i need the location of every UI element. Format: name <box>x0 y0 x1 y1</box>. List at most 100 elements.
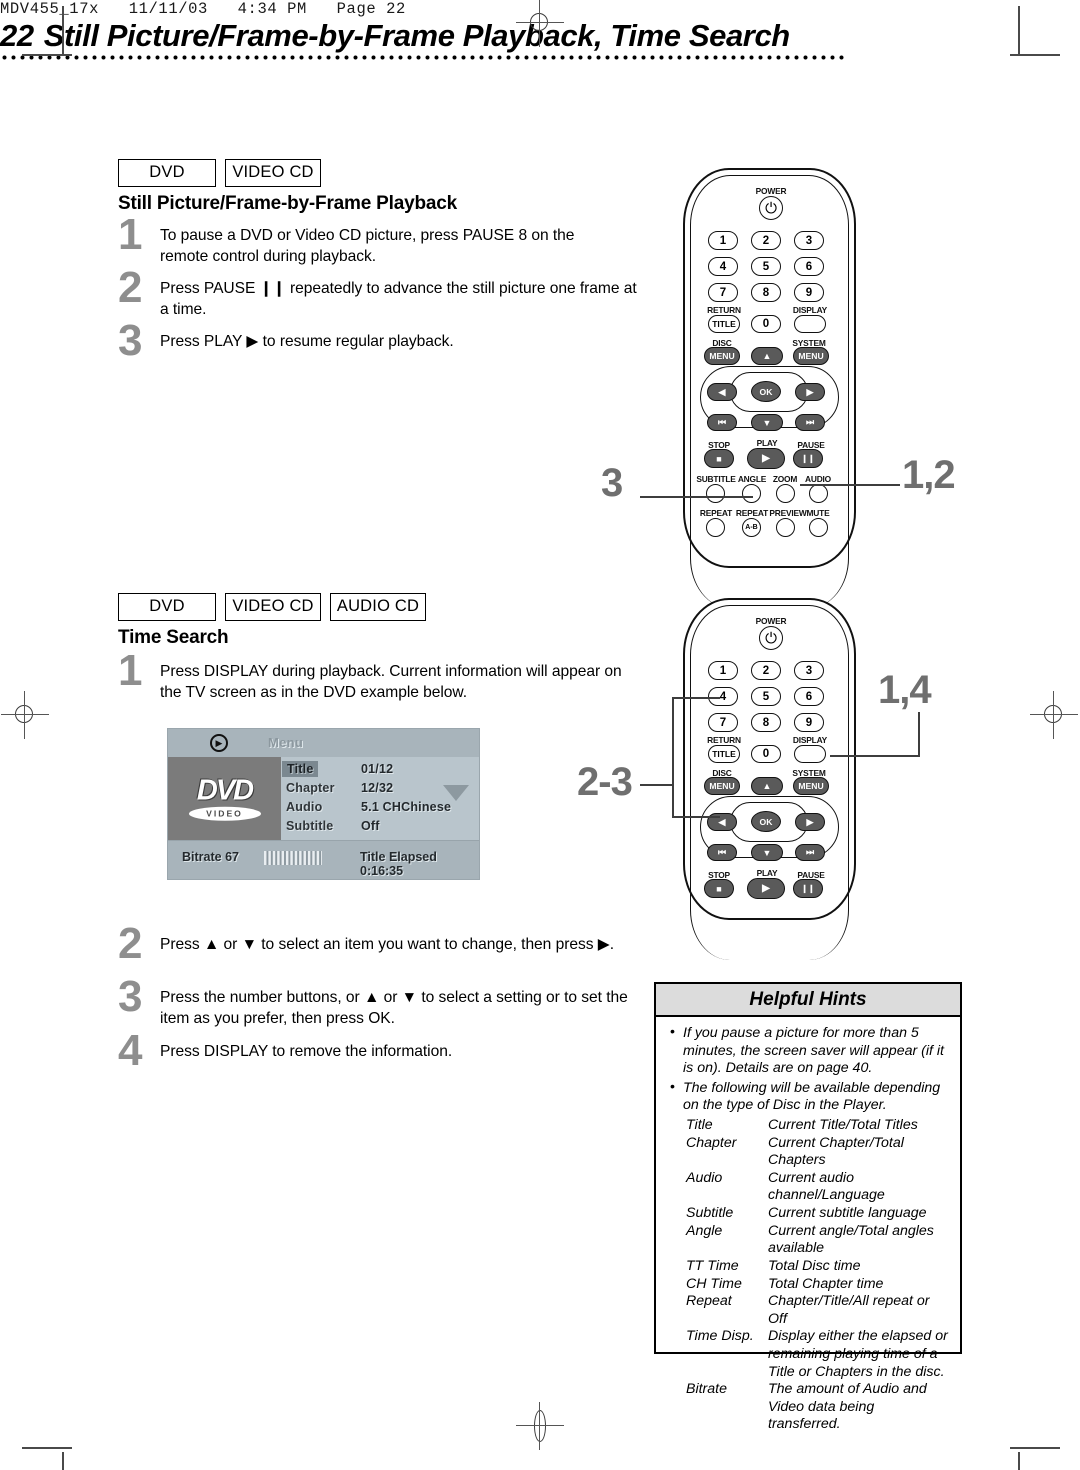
hints-definition: Current Chapter/Total Chapters <box>768 1134 904 1169</box>
up-button[interactable]: ▲ <box>751 347 783 365</box>
key-8[interactable]: 8 <box>751 283 781 302</box>
previous-button[interactable]: ⏮ <box>707 414 737 431</box>
hints-definition: The amount of Audio and Video data being… <box>768 1381 927 1433</box>
callout-line-nav-t <box>672 697 720 699</box>
osd-label: Title <box>282 761 319 777</box>
key-2[interactable]: 2 <box>751 661 781 680</box>
callout-step-2-3: 2-3 <box>577 760 633 804</box>
badge-dvd: DVD <box>118 593 216 621</box>
key-5[interactable]: 5 <box>751 257 781 276</box>
registration-mark-left <box>1 691 49 739</box>
osd-label: Chapter <box>286 781 335 795</box>
helpful-hints-title: Helpful Hints <box>656 984 960 1017</box>
page-title-text: Still Picture/Frame-by-Frame Playback, T… <box>43 18 791 53</box>
play-label: PLAY <box>756 868 778 878</box>
step-text: Press DISPLAY to remove the information. <box>160 1043 453 1060</box>
ok-button[interactable]: OK <box>751 381 781 402</box>
next-button[interactable]: ⏭ <box>795 414 825 431</box>
osd-value: 01/12 <box>361 762 394 776</box>
step-text: Press the number buttons, or ▲ or ▼ to s… <box>160 989 628 1027</box>
zoom-button[interactable] <box>776 484 795 503</box>
badge-audio-cd: AUDIO CD <box>330 593 426 621</box>
key-3[interactable]: 3 <box>794 231 824 250</box>
preview-label: PREVIEW <box>769 508 807 518</box>
title-button[interactable]: TITLE <box>708 745 740 763</box>
key-6[interactable]: 6 <box>794 687 824 706</box>
helpful-hints-box: Helpful Hints If you pause a picture for… <box>654 982 962 1432</box>
key-7[interactable]: 7 <box>708 283 738 302</box>
play-button[interactable]: ▶ <box>747 878 785 899</box>
key-3[interactable]: 3 <box>794 661 824 680</box>
hints-row: Audio Current audio channel/Language <box>686 1170 950 1205</box>
osd-row-audio[interactable]: Audio 5.1 CHChinese <box>286 800 473 819</box>
subtitle-label: SUBTITLE <box>696 474 736 484</box>
next-button[interactable]: ⏭ <box>795 844 825 861</box>
stop-button[interactable]: ■ <box>704 449 734 468</box>
step-text: Press PAUSE ❙❙ repeatedly to advance the… <box>160 280 637 318</box>
right-button[interactable]: ▶ <box>795 383 825 401</box>
play-button[interactable]: ▶ <box>747 448 785 469</box>
hints-term-table: Title Current Title/Total Titles Chapter C… <box>686 1117 950 1434</box>
previous-button[interactable]: ⏮ <box>707 844 737 861</box>
preview-button[interactable] <box>776 518 795 537</box>
audio-button[interactable] <box>809 484 828 503</box>
repeat-button[interactable] <box>706 518 725 537</box>
step-number: 2 <box>118 919 143 968</box>
crop-mark-bottom-left <box>22 1447 72 1449</box>
power-button[interactable]: ⏻ <box>759 196 783 220</box>
callout-line-nav-m <box>640 784 674 786</box>
down-button[interactable]: ▼ <box>751 844 783 861</box>
page-number: 22 <box>0 18 34 53</box>
key-2[interactable]: 2 <box>751 231 781 250</box>
key-1[interactable]: 1 <box>708 661 738 680</box>
system-menu-button[interactable]: MENU <box>793 347 829 365</box>
key-1[interactable]: 1 <box>708 231 738 250</box>
registration-mark-top <box>516 0 564 47</box>
key-5[interactable]: 5 <box>751 687 781 706</box>
section1-disc-badges: DVD VIDEO CD <box>118 159 321 187</box>
title-button[interactable]: TITLE <box>708 315 740 333</box>
display-button[interactable] <box>794 315 826 333</box>
down-button[interactable]: ▼ <box>751 414 783 431</box>
subtitle-button[interactable] <box>706 484 725 503</box>
key-6[interactable]: 6 <box>794 257 824 276</box>
step-text: To pause a DVD or Video CD picture, pres… <box>160 227 575 265</box>
pause-button[interactable]: ❙❙ <box>793 879 823 898</box>
osd-menu-label: Menu <box>268 735 304 750</box>
step-number: 3 <box>118 316 143 365</box>
osd-row-title[interactable]: Title 01/12 <box>282 761 473 781</box>
key-0[interactable]: 0 <box>751 315 781 333</box>
return-label: RETURN <box>707 735 741 745</box>
ok-button[interactable]: OK <box>751 811 781 832</box>
repeat-ab-button[interactable]: A-B <box>742 518 761 537</box>
osd-row-subtitle[interactable]: Subtitle Off <box>286 819 473 838</box>
osd-scroll-down-icon[interactable] <box>443 785 469 801</box>
hints-definition: Display either the elapsed or remaining … <box>768 1328 948 1380</box>
power-button[interactable]: ⏻ <box>759 626 783 650</box>
disc-menu-button[interactable]: MENU <box>704 777 740 795</box>
key-7[interactable]: 7 <box>708 713 738 732</box>
page-title: 22 Still Picture/Frame-by-Frame Playback,… <box>0 18 850 54</box>
title-dotted-rule <box>0 54 845 61</box>
stop-button[interactable]: ■ <box>704 879 734 898</box>
angle-button[interactable] <box>742 484 761 503</box>
disc-menu-button[interactable]: MENU <box>704 347 740 365</box>
key-9[interactable]: 9 <box>794 283 824 302</box>
key-4[interactable]: 4 <box>708 257 738 276</box>
osd-bitrate-meter <box>264 851 322 865</box>
up-button[interactable]: ▲ <box>751 777 783 795</box>
left-button[interactable]: ◀ <box>707 383 737 401</box>
mute-button[interactable] <box>809 518 828 537</box>
osd-label: Subtitle <box>286 819 334 833</box>
key-9[interactable]: 9 <box>794 713 824 732</box>
return-label: RETURN <box>707 305 741 315</box>
right-button[interactable]: ▶ <box>795 813 825 831</box>
pause-button[interactable]: ❙❙ <box>793 449 823 468</box>
key-8[interactable]: 8 <box>751 713 781 732</box>
display-button[interactable] <box>794 745 826 763</box>
osd-disc-logo-panel: DVD VIDEO <box>168 757 281 841</box>
hints-row: Time Disp. Display either the elapsed or … <box>686 1328 950 1381</box>
system-menu-button[interactable]: MENU <box>793 777 829 795</box>
zoom-label: ZOOM <box>772 474 798 484</box>
key-0[interactable]: 0 <box>751 745 781 763</box>
